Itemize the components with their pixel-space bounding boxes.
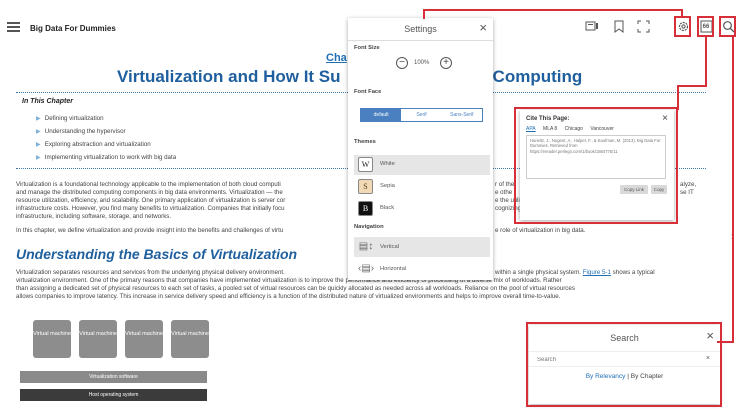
bookmark-icon[interactable] [612, 20, 626, 34]
toc-item: ▶ Defining virtualization [36, 115, 104, 122]
chapter-title-end: Computing [492, 67, 583, 86]
font-face-sans-serif-option[interactable]: Sans-Serif [442, 109, 482, 121]
theme-name: White [380, 161, 395, 167]
paragraph-fragment: se IT [680, 189, 694, 196]
paragraph-fragment-text: shows a typical [612, 269, 655, 276]
book-title: Big Data For Dummies [30, 24, 116, 33]
search-icon-highlight [719, 16, 736, 37]
navigation-name: Horizontal [380, 266, 407, 272]
settings-callout-line [423, 9, 425, 19]
paragraph-line: resource utilization, efficiency, and sc… [16, 197, 286, 204]
toc-arrow-icon: ▶ [36, 154, 41, 161]
section-heading: Understanding the Basics of Virtualizati… [16, 246, 298, 262]
font-face-selector: default Serif Sans-Serif [360, 108, 483, 122]
virtualization-software-layer: Virtualization software [20, 371, 207, 383]
toc-arrow-icon: ▶ [36, 141, 41, 148]
font-increase-button[interactable]: + [440, 57, 452, 69]
toc-item-label: Implementing virtualization to work with… [44, 154, 177, 161]
figure-link[interactable]: Figure 5-1 [583, 269, 611, 276]
themes-label: Themes [354, 139, 376, 145]
font-size-value: 100% [414, 60, 430, 66]
theme-black-option[interactable]: B Black [354, 199, 490, 219]
toc-item-label: Defining virtualization [44, 115, 104, 122]
chapter-title-start: Virtualization and How It Su [117, 67, 341, 86]
theme-white-option[interactable]: W White [354, 155, 490, 175]
cite-panel-highlight [514, 107, 678, 224]
paragraph-fragment: e role of virtualization in big data. [495, 227, 586, 234]
theme-swatch-white: W [358, 157, 373, 172]
theme-sepia-option[interactable]: S Sepia [354, 177, 490, 197]
font-face-default-option[interactable]: default [361, 109, 402, 121]
settings-icon-highlight [674, 16, 691, 37]
virtual-machine-box: Virtual machine [33, 320, 71, 358]
paragraph-line: infrastructure, including software, stor… [16, 213, 172, 220]
settings-callout-line [423, 9, 683, 11]
navigation-horizontal-option[interactable]: ‹▤› Horizontal [354, 259, 490, 279]
settings-close-icon[interactable]: × [479, 20, 487, 35]
navigation-vertical-option[interactable]: ▤↕ Vertical [354, 237, 490, 257]
toc-arrow-icon: ▶ [36, 128, 41, 135]
toc-item: ▶ Understanding the hypervisor [36, 128, 126, 135]
vertical-scroll-icon: ▤↕ [358, 241, 374, 252]
paragraph-fragment-text: within a single physical system. [495, 269, 581, 276]
cite-callout-line [677, 85, 707, 87]
paragraph-line: infrastructure costs. However, you find … [16, 205, 285, 212]
toc-item-label: Understanding the hypervisor [44, 128, 126, 135]
chapter-link[interactable]: Cha [326, 52, 347, 64]
toc-arrow-icon: ▶ [36, 115, 41, 122]
search-callout-line [732, 36, 734, 343]
font-face-serif-option[interactable]: Serif [401, 109, 441, 121]
host-os-layer: Host operating system [20, 389, 207, 401]
navigation-label: Navigation [354, 224, 384, 230]
fullscreen-icon[interactable] [636, 20, 650, 34]
paragraph-fragment: within a single physical system. Figure … [495, 269, 710, 277]
paragraph-line: In this chapter, we define virtualizatio… [16, 227, 284, 234]
paragraph-line: than assigning a dedicated set of physic… [16, 285, 575, 292]
virtual-machine-box: Virtual machine [171, 320, 209, 358]
paragraph-line: Virtualization is a foundational technol… [16, 181, 281, 188]
toc-item-label: Exploring abstraction and virtualization [44, 141, 151, 148]
font-face-label: Font Face [354, 89, 382, 95]
toc-item: ▶ Exploring abstraction and virtualizatio… [36, 141, 151, 148]
theme-swatch-black: B [358, 201, 373, 216]
virtual-machine-box: Virtual machine [79, 320, 117, 358]
font-decrease-button[interactable]: − [396, 57, 408, 69]
in-this-chapter-heading: In This Chapter [22, 98, 73, 105]
cite-callout-line [705, 36, 707, 86]
settings-panel: Settings × Font Size − 100% + Font Face … [348, 18, 493, 280]
paragraph-line: Virtualization separates resources and s… [16, 269, 285, 276]
settings-header: Settings × [348, 18, 493, 41]
font-size-label: Font Size [354, 45, 380, 51]
paragraph-line: and manage the distributed computing com… [16, 189, 283, 196]
cite-icon-highlight [697, 16, 714, 37]
search-panel-highlight [526, 322, 722, 407]
horizontal-scroll-icon: ‹▤› [358, 263, 375, 274]
toc-item: ▶ Implementing virtualization to work wit… [36, 154, 176, 161]
theme-swatch-sepia: S [358, 179, 373, 194]
theme-name: Black [380, 205, 395, 211]
slides-icon[interactable] [585, 20, 599, 34]
paragraph-fragment: alyze, [680, 181, 697, 188]
virtual-machine-box: Virtual machine [125, 320, 163, 358]
navigation-name: Vertical [380, 244, 400, 250]
theme-name: Sepia [380, 183, 395, 189]
settings-callout-line [681, 9, 683, 17]
settings-title: Settings [404, 24, 437, 34]
paragraph-line: allows companies to improve latency. Thi… [16, 293, 561, 300]
menu-icon[interactable] [7, 22, 20, 32]
